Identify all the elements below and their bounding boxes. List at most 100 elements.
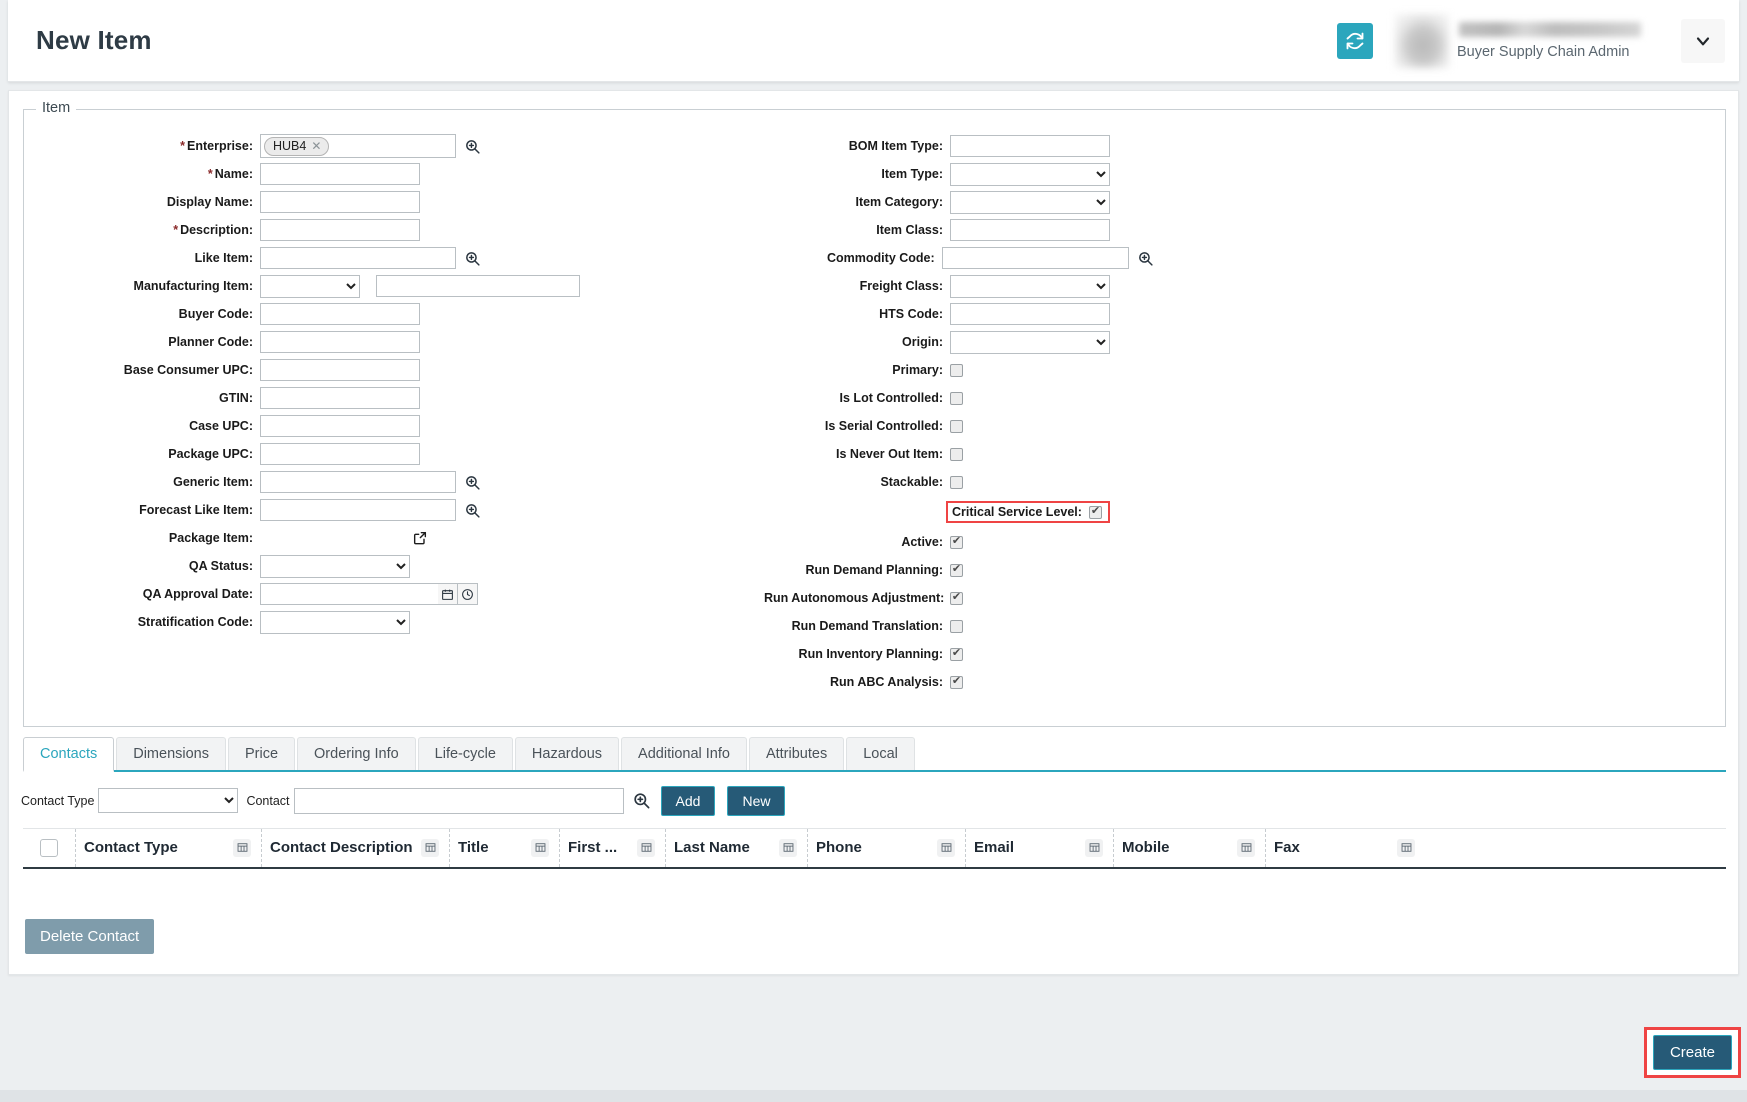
refresh-icon[interactable] <box>1337 22 1373 59</box>
is-never-out-item-checkbox[interactable] <box>950 447 963 461</box>
close-icon[interactable]: ✕ <box>311 140 321 152</box>
case-upc-input[interactable] <box>260 415 420 437</box>
search-icon[interactable] <box>464 250 481 267</box>
enterprise-chip[interactable]: HUB4 ✕ <box>264 136 330 156</box>
clock-icon[interactable] <box>458 583 478 605</box>
run-inventory-planning-checkbox[interactable] <box>950 647 963 661</box>
tab-additional-info[interactable]: Additional Info <box>621 737 747 770</box>
column-menu-icon[interactable] <box>779 838 797 857</box>
user-text-group: Buyer Supply Chain Admin <box>1457 21 1657 60</box>
search-icon[interactable] <box>464 474 481 491</box>
search-icon[interactable] <box>464 502 481 519</box>
contact-input[interactable] <box>293 787 624 814</box>
field-package-upc: Package UPC: <box>74 440 594 468</box>
planner-code-input[interactable] <box>260 331 420 353</box>
label-gtin: GTIN: <box>218 391 253 405</box>
manufacturing-item-select[interactable] <box>260 274 360 298</box>
tab-life-cycle[interactable]: Life-cycle <box>417 737 513 770</box>
column-menu-icon[interactable] <box>1397 838 1415 857</box>
critical-service-level-checkbox[interactable] <box>1088 505 1102 519</box>
primary-checkbox[interactable] <box>950 363 963 377</box>
new-contact-button[interactable]: New <box>727 785 786 816</box>
column-header-fax[interactable]: Fax <box>1265 828 1425 867</box>
item-class-input[interactable] <box>950 219 1110 241</box>
tab-ordering-info[interactable]: Ordering Info <box>297 737 416 770</box>
external-link-icon[interactable] <box>412 530 428 546</box>
enterprise-input[interactable]: HUB4 ✕ <box>260 134 456 158</box>
is-serial-controlled-checkbox[interactable] <box>950 419 963 433</box>
column-header-contact-type[interactable]: Contact Type <box>75 828 261 867</box>
tab-hazardous[interactable]: Hazardous <box>514 737 620 770</box>
run-abc-analysis-checkbox[interactable] <box>950 675 963 689</box>
name-input[interactable] <box>260 163 420 185</box>
commodity-code-input[interactable] <box>941 247 1129 269</box>
column-menu-icon[interactable] <box>937 838 955 857</box>
label-primary: Primary: <box>892 363 943 377</box>
run-demand-translation-checkbox[interactable] <box>950 619 963 633</box>
column-header-first-name[interactable]: First ... <box>559 828 665 867</box>
like-item-input[interactable] <box>260 247 456 269</box>
item-category-select[interactable] <box>950 190 1110 214</box>
create-button-highlight: Create <box>1643 1027 1741 1078</box>
stackable-checkbox[interactable] <box>950 475 963 489</box>
qa-approval-date-input[interactable] <box>260 583 438 605</box>
header-right-group: Buyer Supply Chain Admin <box>1337 0 1739 81</box>
display-name-input[interactable] <box>260 191 420 213</box>
origin-select[interactable] <box>950 330 1110 354</box>
field-item-class: Item Class: <box>764 216 1154 244</box>
bom-item-type-input[interactable] <box>950 135 1110 157</box>
column-menu-icon[interactable] <box>421 838 439 857</box>
is-lot-controlled-checkbox[interactable] <box>950 391 963 405</box>
column-header-last-name[interactable]: Last Name <box>665 828 807 867</box>
tab-attributes[interactable]: Attributes <box>748 737 845 770</box>
column-header-contact-description[interactable]: Contact Description <box>261 828 449 867</box>
tab-price[interactable]: Price <box>227 737 296 770</box>
column-header-mobile[interactable]: Mobile <box>1113 828 1265 867</box>
label-item-class: Item Class: <box>876 223 943 237</box>
field-primary: Primary: <box>764 356 1154 384</box>
item-type-select[interactable] <box>950 162 1110 186</box>
base-consumer-upc-input[interactable] <box>260 359 420 381</box>
buyer-code-input[interactable] <box>260 303 420 325</box>
column-header-email[interactable]: Email <box>965 828 1113 867</box>
manufacturing-item-input[interactable] <box>376 275 580 297</box>
column-menu-icon[interactable] <box>637 838 655 857</box>
field-qa-approval-date: QA Approval Date: <box>74 580 594 608</box>
label-freight-class: Freight Class: <box>859 279 943 293</box>
label-commodity-code: Commodity Code: <box>827 251 935 265</box>
stratification-code-select[interactable] <box>260 610 410 634</box>
gtin-input[interactable] <box>260 387 420 409</box>
qa-status-select[interactable] <box>260 554 410 578</box>
column-menu-icon[interactable] <box>531 838 549 857</box>
freight-class-select[interactable] <box>950 274 1110 298</box>
tab-dimensions[interactable]: Dimensions <box>116 737 226 770</box>
chevron-down-icon[interactable] <box>1681 18 1725 63</box>
run-autonomous-adjustment-checkbox[interactable] <box>950 591 963 605</box>
forecast-like-item-input[interactable] <box>260 499 456 521</box>
search-icon[interactable] <box>632 791 651 810</box>
column-header-title[interactable]: Title <box>449 828 559 867</box>
add-contact-button[interactable]: Add <box>660 785 716 816</box>
select-all-checkbox[interactable] <box>40 838 58 857</box>
user-menu[interactable]: Buyer Supply Chain Admin <box>1395 0 1657 81</box>
column-menu-icon[interactable] <box>1237 838 1255 857</box>
tab-contacts[interactable]: Contacts <box>23 737 115 772</box>
create-button[interactable]: Create <box>1652 1035 1732 1070</box>
tab-local[interactable]: Local <box>846 737 915 770</box>
contact-type-select[interactable] <box>98 788 239 813</box>
generic-item-input[interactable] <box>260 471 456 493</box>
search-icon[interactable] <box>1137 250 1154 267</box>
package-upc-input[interactable] <box>260 443 420 465</box>
form-column-right: BOM Item Type: Item Type: Item Category: <box>594 132 1154 696</box>
run-demand-planning-checkbox[interactable] <box>950 563 963 577</box>
search-icon[interactable] <box>464 138 481 155</box>
active-checkbox[interactable] <box>950 535 963 549</box>
delete-contact-button[interactable]: Delete Contact <box>25 918 155 954</box>
calendar-icon[interactable] <box>438 583 458 605</box>
column-menu-icon[interactable] <box>1085 838 1103 857</box>
hts-code-input[interactable] <box>950 303 1110 325</box>
description-input[interactable] <box>260 219 420 241</box>
label-run-abc-analysis: Run ABC Analysis: <box>830 675 943 689</box>
column-menu-icon[interactable] <box>233 838 251 857</box>
column-header-phone[interactable]: Phone <box>807 828 965 867</box>
